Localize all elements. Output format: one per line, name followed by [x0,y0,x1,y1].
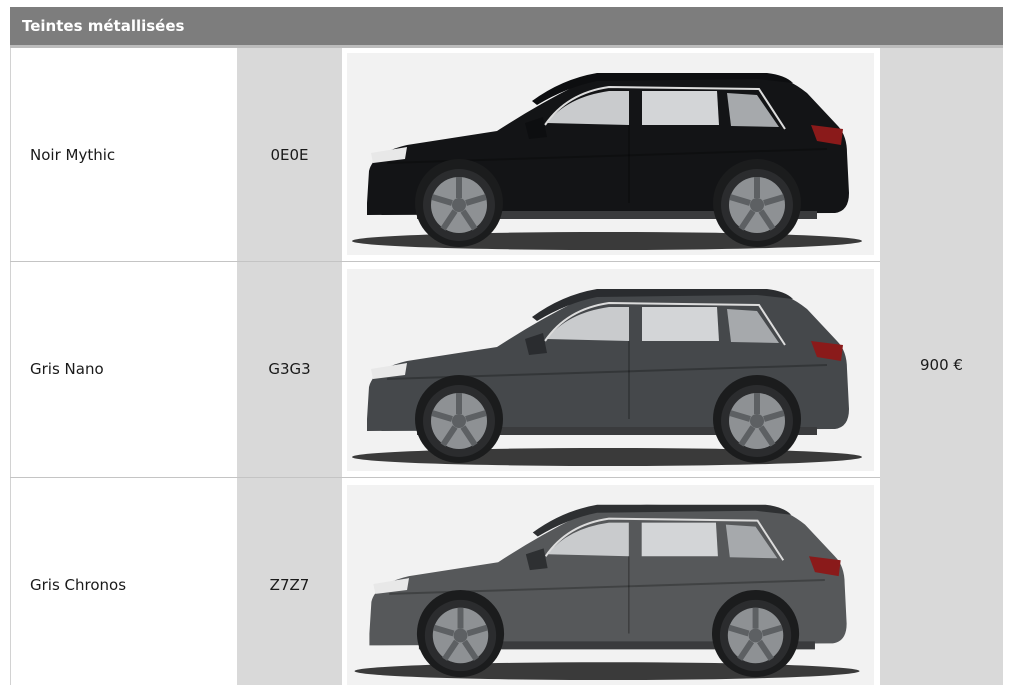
color-code: Z7Z7 [269,576,310,594]
price: 900 € [920,356,963,374]
car-image [347,269,874,471]
color-name: Gris Chronos [30,576,127,594]
table-header: Teintes métallisées [10,7,1003,45]
car-side-view [352,73,862,250]
color-name: Gris Nano [30,360,104,378]
color-table: Teintes métallisées Noir Mythic 0E0E Gri… [10,7,1003,685]
row-divider [10,261,880,262]
color-code: G3G3 [268,360,311,378]
color-name: Noir Mythic [30,146,116,164]
car-image [347,53,874,255]
car-image [347,485,874,685]
row-divider [10,477,880,478]
car-side-view [354,504,860,681]
color-code: 0E0E [270,146,309,164]
car-side-view [352,289,862,466]
